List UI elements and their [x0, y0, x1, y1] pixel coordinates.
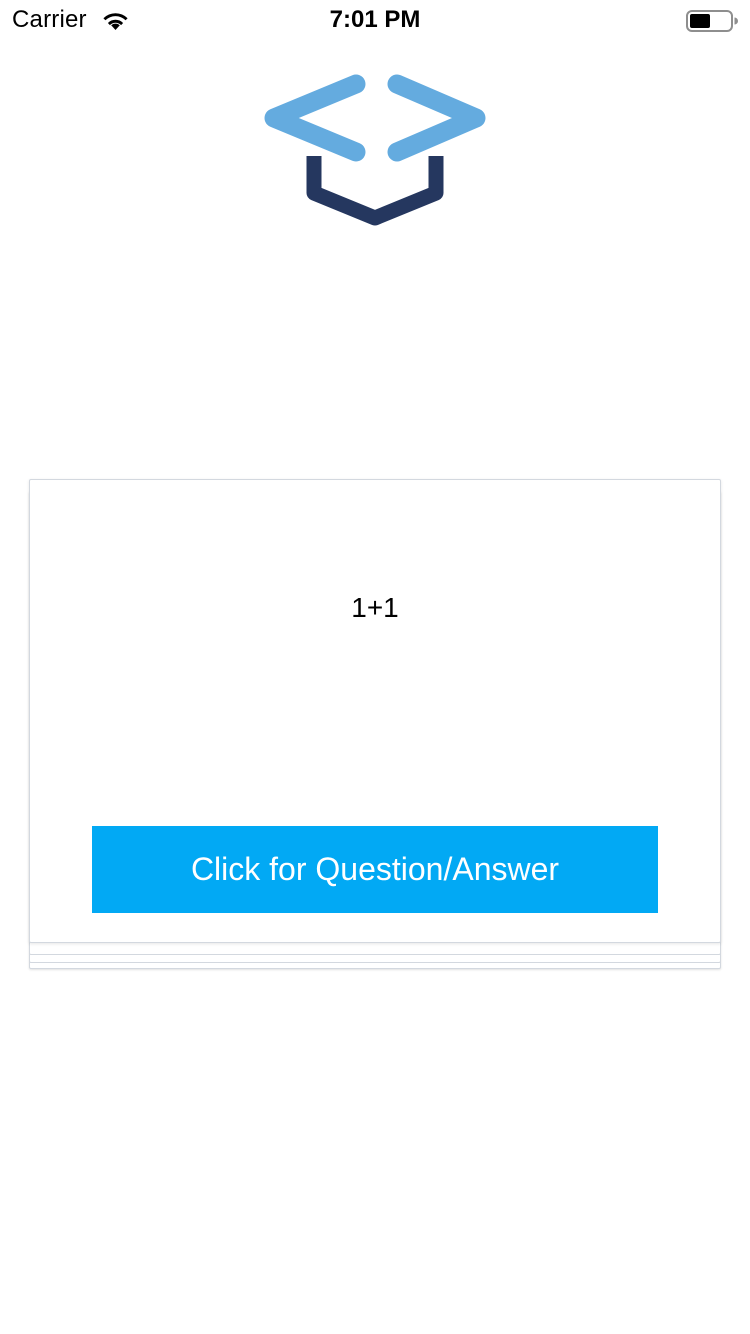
flash-card[interactable]: 1+1 Click for Question/Answer — [29, 479, 721, 943]
app-logo — [260, 72, 490, 228]
clock: 7:01 PM — [329, 6, 421, 33]
card-question-text: 1+1 — [351, 592, 399, 623]
flip-card-button[interactable]: Click for Question/Answer — [92, 826, 658, 913]
graduation-cap-icon — [264, 74, 486, 226]
battery-icon — [686, 10, 738, 32]
status-bar: Carrier 7:01 PM — [0, 0, 750, 40]
flash-card-stack: 1+1 Click for Question/Answer — [29, 479, 721, 969]
